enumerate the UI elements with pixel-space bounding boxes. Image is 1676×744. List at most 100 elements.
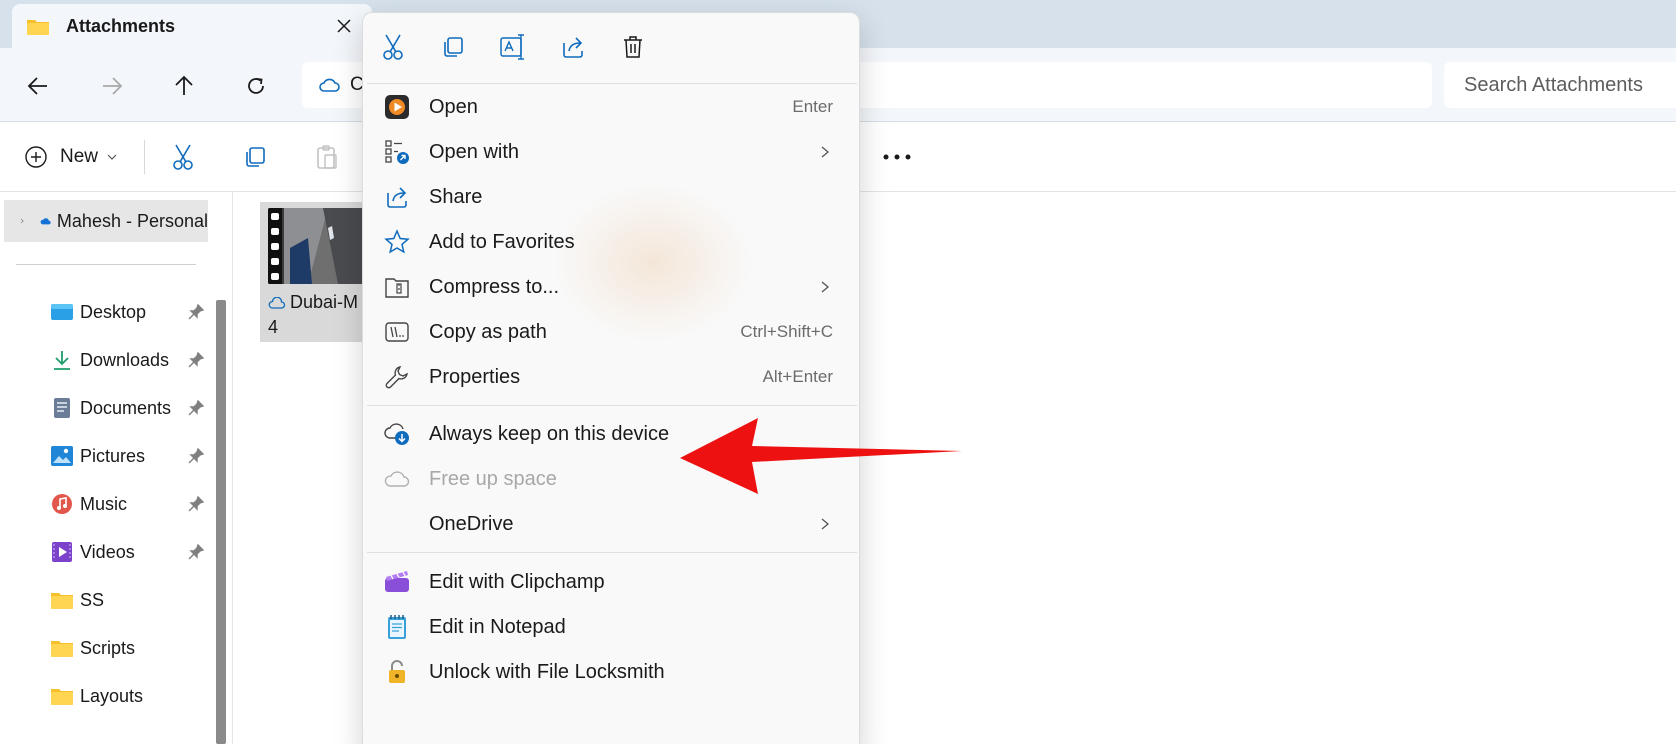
divider	[232, 192, 233, 744]
sidebar-scrollbar[interactable]	[216, 300, 226, 744]
desktop-icon	[50, 301, 74, 323]
file-name-line1: Dubai-M	[290, 292, 359, 312]
more-options-button[interactable]	[880, 142, 914, 172]
sidebar-item-label: Mahesh - Personal	[56, 210, 208, 231]
menu-item-onedrive[interactable]: OneDrive	[369, 502, 855, 546]
sidebar-item-desktop[interactable]: Desktop	[50, 292, 210, 332]
clipchamp-icon	[383, 568, 411, 596]
close-tab-button[interactable]	[322, 9, 366, 43]
paste-button[interactable]	[312, 142, 342, 172]
refresh-button[interactable]	[236, 66, 276, 106]
chevron-right-icon	[821, 146, 830, 158]
pin-icon[interactable]	[188, 448, 204, 464]
menu-item-label: Share	[429, 185, 483, 208]
navigation-pane: Mahesh - Personal Desktop Downloads Docu…	[0, 192, 218, 744]
zip-icon	[383, 273, 411, 301]
menu-item-label: Add to Favorites	[429, 230, 575, 253]
sidebar-item-label: Layouts	[80, 685, 144, 706]
menu-cut-button[interactable]	[377, 31, 409, 63]
menu-item-compress-to[interactable]: Compress to...	[369, 265, 855, 309]
menu-item-edit-with-clipchamp[interactable]: Edit with Clipchamp	[369, 560, 855, 604]
menu-item-edit-in-notepad[interactable]: Edit in Notepad	[369, 605, 855, 649]
lock-icon	[383, 658, 411, 686]
delete-icon	[624, 36, 642, 58]
menu-item-open[interactable]: Open Enter	[369, 85, 855, 129]
cloud-icon	[268, 297, 286, 309]
media-player-icon	[383, 93, 411, 121]
menu-item-properties[interactable]: Properties Alt+Enter	[369, 355, 855, 399]
new-button[interactable]: New	[24, 140, 118, 174]
arrow-up-icon	[175, 75, 193, 95]
sidebar-item-ss[interactable]: SS	[50, 580, 210, 620]
pin-icon[interactable]	[188, 544, 204, 560]
sidebar-item-layouts[interactable]: Layouts	[50, 676, 210, 716]
cut-icon	[173, 144, 193, 170]
menu-item-open-with[interactable]: Open with	[369, 130, 855, 174]
chevron-right-icon[interactable]	[20, 214, 24, 228]
sidebar-item-label: Scripts	[80, 637, 136, 658]
tab-title: Attachments	[66, 15, 176, 36]
open-with-icon	[383, 138, 411, 166]
sidebar-item-pictures[interactable]: Pictures	[50, 436, 210, 476]
arrow-left-icon	[27, 77, 47, 95]
forward-button[interactable]	[92, 66, 132, 106]
copy-icon	[444, 37, 463, 57]
back-button[interactable]	[18, 66, 58, 106]
pin-icon[interactable]	[188, 496, 204, 512]
folder-icon	[50, 589, 74, 611]
cloud-icon	[319, 78, 340, 92]
videos-icon	[50, 541, 74, 563]
pin-icon[interactable]	[188, 352, 204, 368]
folder-icon	[27, 19, 49, 35]
pin-icon[interactable]	[188, 304, 204, 320]
menu-item-shortcut: Enter	[792, 97, 833, 116]
copy-path-icon	[383, 318, 411, 346]
file-name-line2: 4	[268, 317, 279, 337]
sidebar-item-label: Pictures	[80, 445, 146, 466]
annotation-arrow-icon	[680, 418, 962, 494]
menu-item-shortcut: Alt+Enter	[762, 367, 833, 386]
sidebar-item-label: SS	[80, 589, 105, 610]
sidebar-item-videos[interactable]: Videos	[50, 532, 210, 572]
downloads-icon	[50, 349, 74, 371]
sidebar-item-documents[interactable]: Documents	[50, 388, 210, 428]
file-item[interactable]: Dubai-M 4	[260, 202, 370, 342]
cloud-download-icon	[383, 420, 411, 448]
sidebar-item-onedrive[interactable]: Mahesh - Personal	[4, 200, 208, 242]
tab-attachments[interactable]: Attachments	[12, 4, 372, 48]
sidebar-item-label: Music	[80, 493, 128, 514]
menu-item-label: Open with	[429, 140, 520, 163]
documents-icon	[50, 397, 74, 419]
notepad-icon	[383, 613, 411, 641]
sidebar-item-scripts[interactable]: Scripts	[50, 628, 210, 668]
sidebar-item-label: Documents	[80, 397, 172, 418]
new-label: New	[60, 146, 99, 167]
wrench-icon	[383, 363, 411, 391]
up-button[interactable]	[164, 66, 204, 106]
menu-item-label: Properties	[429, 365, 521, 388]
menu-item-add-to-favorites[interactable]: Add to Favorites	[369, 220, 855, 264]
pin-icon[interactable]	[188, 400, 204, 416]
sidebar-item-label: Videos	[80, 541, 135, 562]
menu-separator	[367, 405, 857, 406]
sidebar-item-downloads[interactable]: Downloads	[50, 340, 210, 380]
sidebar-item-music[interactable]: Music	[50, 484, 210, 524]
folder-icon	[50, 685, 74, 707]
menu-item-label: Copy as path	[429, 320, 547, 343]
menu-share-button[interactable]	[557, 31, 589, 63]
menu-item-share[interactable]: Share	[369, 175, 855, 219]
copy-button[interactable]	[240, 142, 270, 172]
menu-rename-button[interactable]	[497, 31, 529, 63]
menu-delete-button[interactable]	[617, 31, 649, 63]
cloud-icon	[383, 465, 411, 493]
menu-separator	[367, 83, 857, 84]
menu-copy-button[interactable]	[437, 31, 469, 63]
divider	[16, 264, 196, 265]
menu-item-copy-as-path[interactable]: Copy as path Ctrl+Shift+C	[369, 310, 855, 354]
menu-item-unlock-with-file-locksmith[interactable]: Unlock with File Locksmith	[369, 650, 855, 694]
context-menu: Open Enter Open with Share Add to Favori…	[362, 12, 860, 744]
chevron-right-icon	[821, 518, 830, 530]
search-input[interactable]: Search Attachments	[1444, 62, 1676, 108]
menu-item-shortcut: Ctrl+Shift+C	[740, 322, 833, 341]
cut-button[interactable]	[168, 142, 198, 172]
